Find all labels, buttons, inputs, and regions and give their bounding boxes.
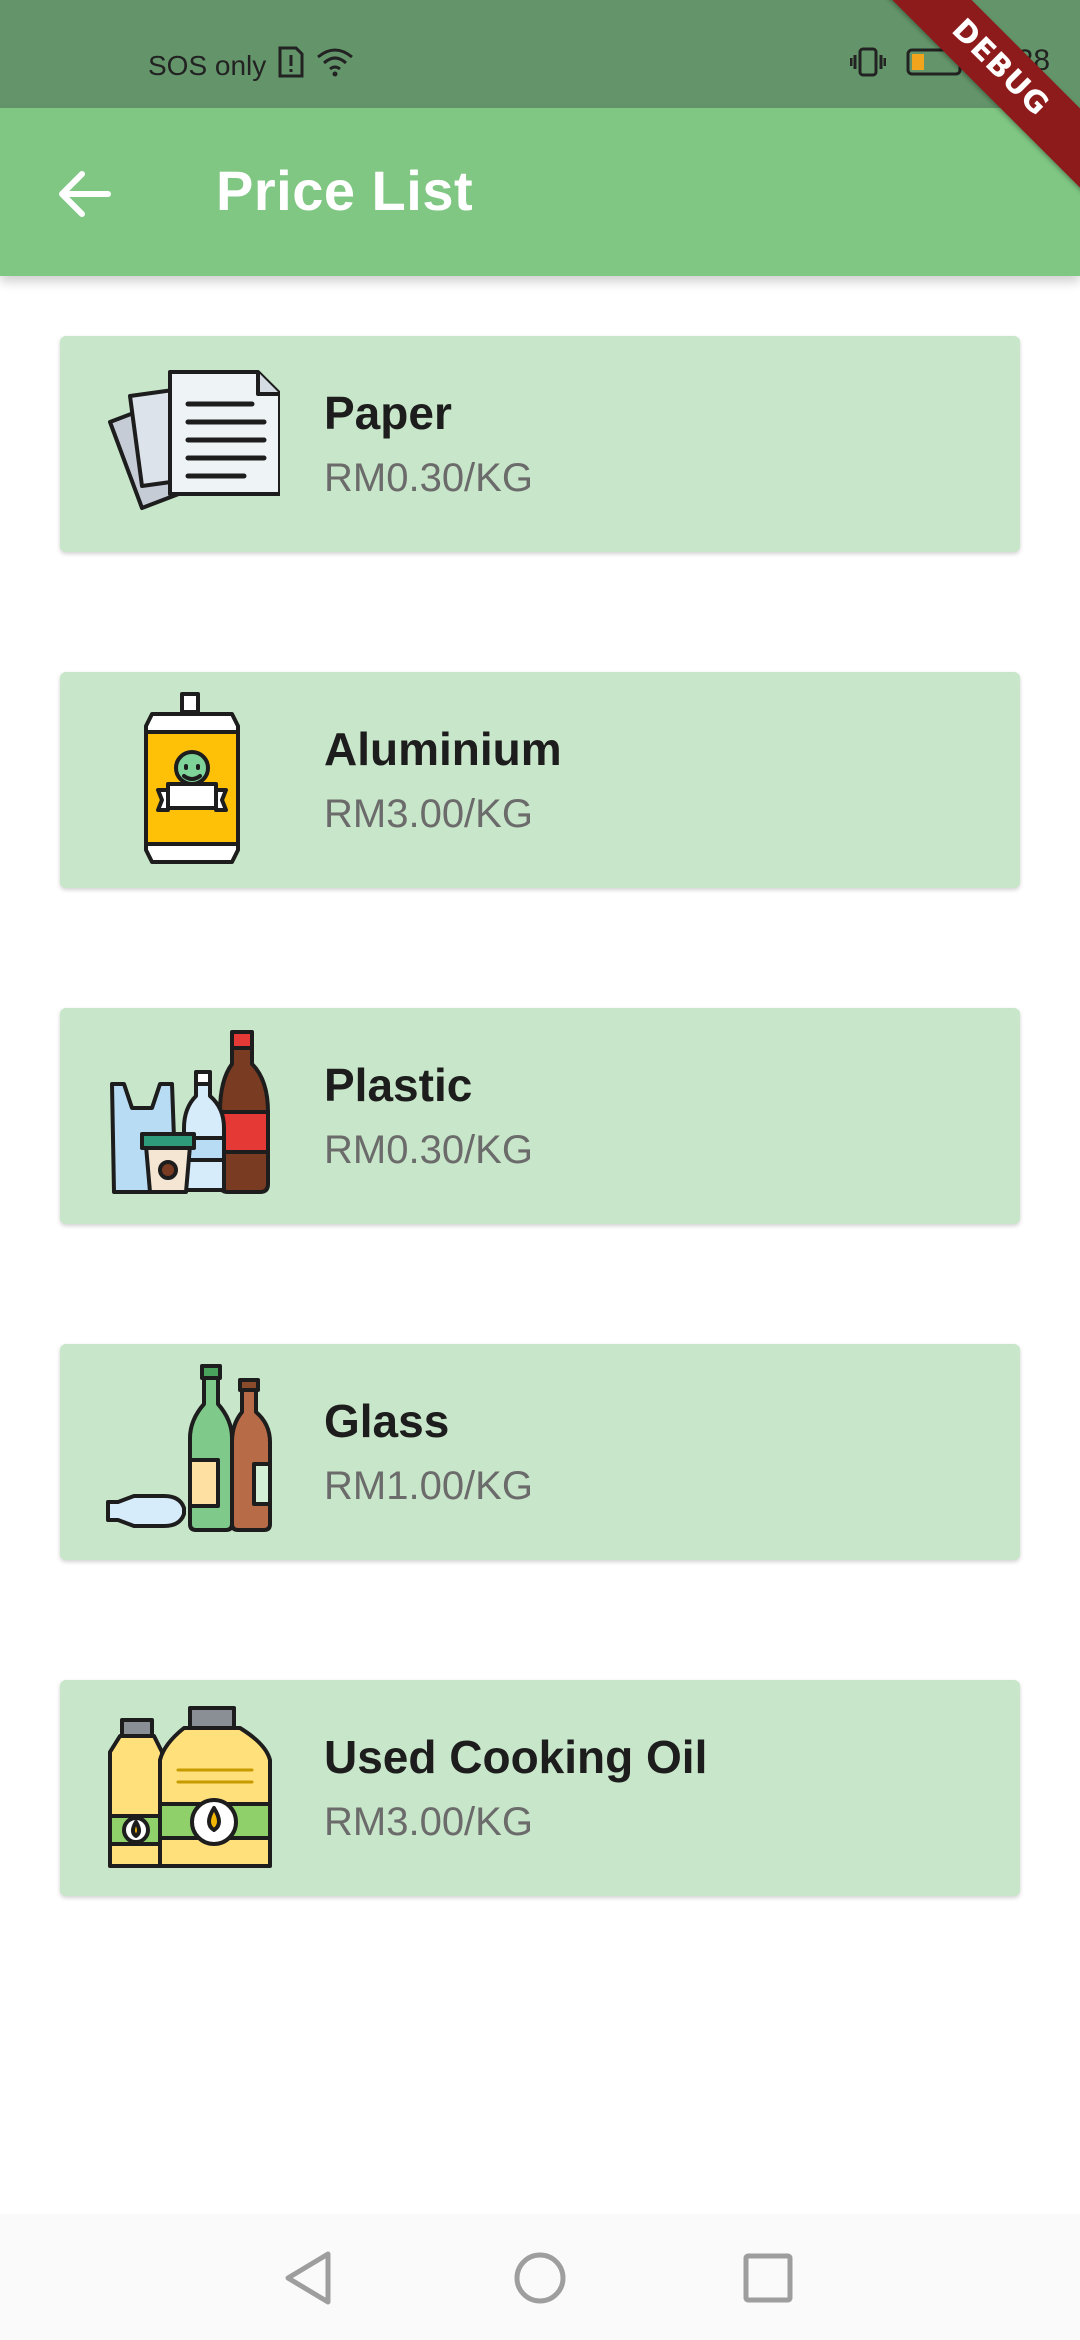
price-list: Paper RM0.30/KG Aluminium RM3.00/KG Plas…: [60, 336, 1020, 2016]
item-price: RM0.30/KG: [324, 1128, 533, 1172]
circle-home-icon: [514, 2252, 566, 2304]
list-item-glass[interactable]: Glass RM1.00/KG: [60, 1344, 1020, 1560]
vibrate-icon: [849, 46, 887, 86]
app-bar: Price List: [0, 108, 1080, 276]
list-item-paper[interactable]: Paper RM0.30/KG: [60, 336, 1020, 552]
item-name: Paper: [324, 387, 452, 439]
item-price: RM3.00/KG: [324, 792, 533, 836]
item-name: Aluminium: [324, 723, 562, 775]
triangle-back-icon: [285, 2251, 331, 2305]
plastic-bottles-icon: [104, 1028, 280, 1204]
list-item-used-cooking-oil[interactable]: Used Cooking Oil RM3.00/KG: [60, 1680, 1020, 1896]
carrier-text: SOS only: [148, 49, 267, 81]
page-title: Price List: [216, 159, 474, 222]
list-item-plastic[interactable]: Plastic RM0.30/KG: [60, 1008, 1020, 1224]
item-price: RM1.00/KG: [324, 1464, 533, 1508]
item-name: Plastic: [324, 1059, 473, 1111]
back-button[interactable]: [48, 158, 120, 230]
glass-bottles-icon: [104, 1364, 280, 1540]
status-left: SOS only: [148, 46, 354, 85]
square-recents-icon: [743, 2253, 793, 2303]
cooking-oil-icon: [104, 1700, 280, 1876]
nav-home-button[interactable]: [504, 2242, 576, 2314]
item-price: RM0.30/KG: [324, 456, 533, 500]
list-item-aluminium[interactable]: Aluminium RM3.00/KG: [60, 672, 1020, 888]
aluminium-can-icon: [104, 692, 280, 868]
paper-icon: [104, 356, 282, 532]
wifi-icon: [316, 47, 354, 84]
system-nav-bar: [0, 2214, 1080, 2340]
nav-recents-button[interactable]: [732, 2242, 804, 2314]
item-name: Used Cooking Oil: [324, 1731, 708, 1783]
item-price: RM3.00/KG: [324, 1800, 533, 1844]
arrow-back-icon: [59, 171, 111, 217]
sim-alert-icon: [278, 46, 304, 85]
nav-back-button[interactable]: [272, 2242, 344, 2314]
item-name: Glass: [324, 1395, 450, 1447]
